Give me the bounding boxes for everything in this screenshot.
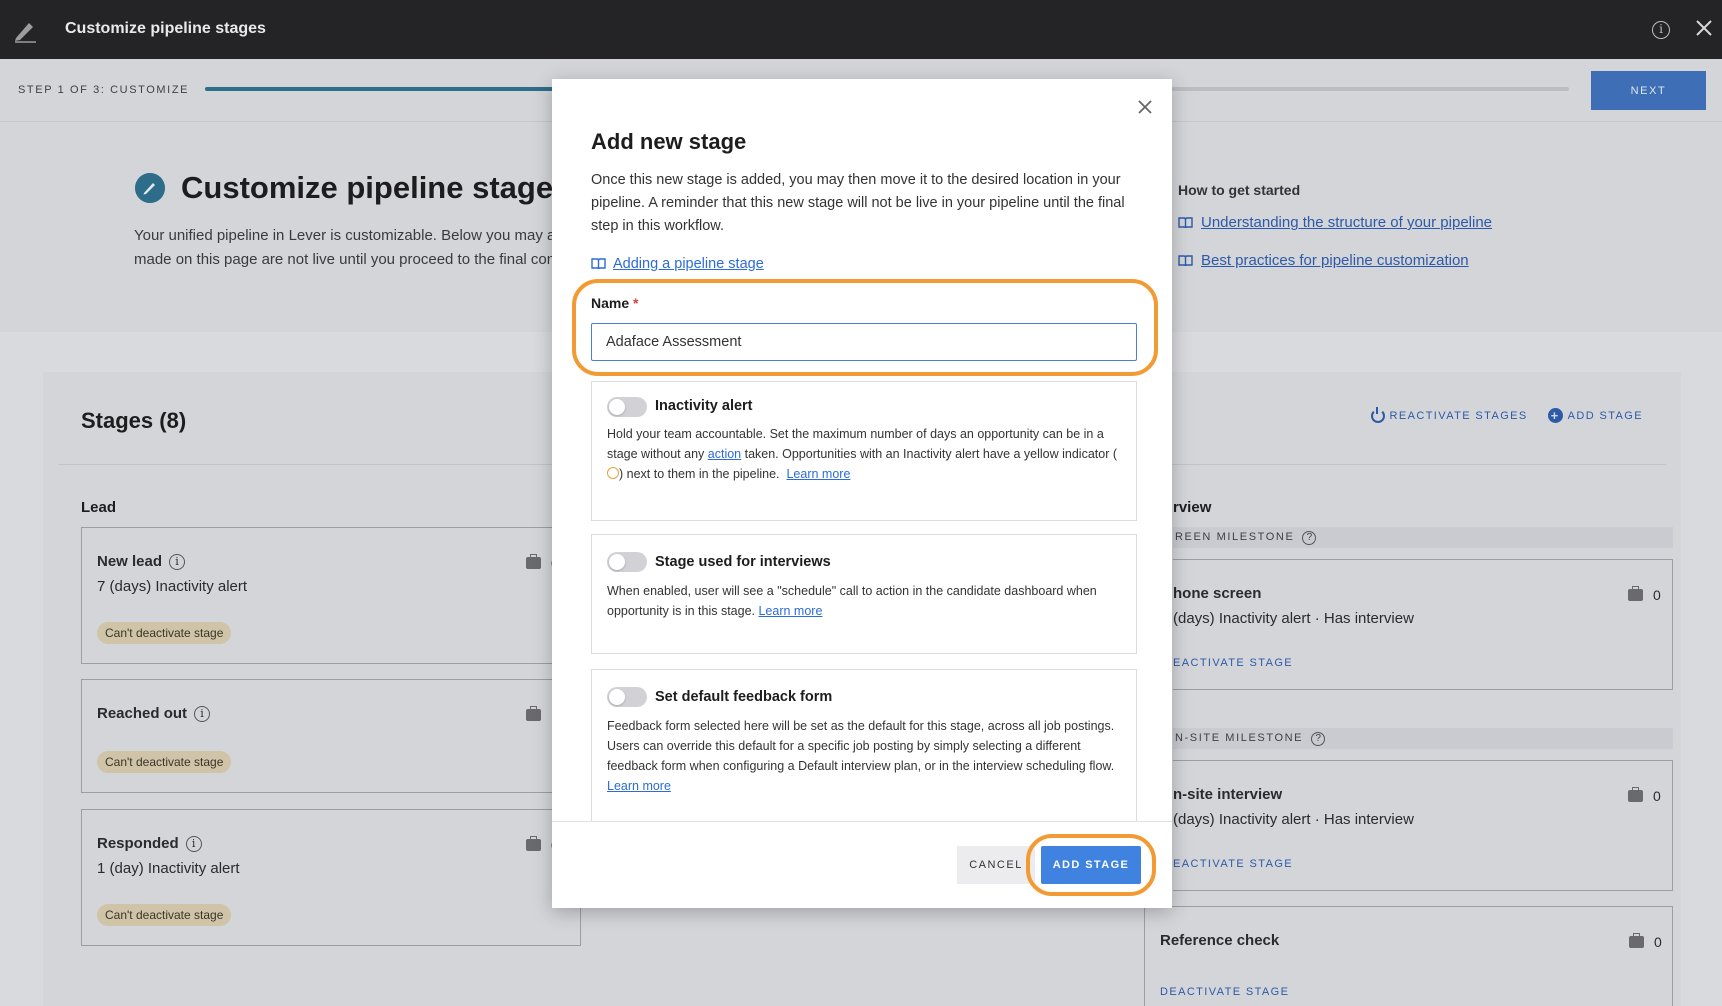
modal-description: Once this new stage is added, you may th…: [591, 172, 1125, 234]
lead-column-heading: Lead: [81, 499, 117, 516]
learn-more-link[interactable]: Learn more: [607, 779, 671, 793]
reactivate-stages-button[interactable]: REACTIVATE STAGES: [1370, 406, 1528, 423]
stage-card-onsite-interview[interactable]: n-site interview (days) Inactivity alert…: [1173, 760, 1673, 891]
stage-count: 0: [1629, 933, 1662, 950]
stage-name: hone screen: [1173, 585, 1262, 602]
option-text: When enabled, user will see a "schedule"…: [607, 584, 1097, 618]
customize-icon: [135, 173, 165, 203]
briefcase-icon: [1629, 933, 1644, 948]
stage-name: Reached out i: [97, 705, 211, 722]
interviews-toggle[interactable]: [607, 552, 647, 572]
name-label: Name *: [591, 295, 639, 311]
stage-card-new-lead[interactable]: New lead i 7 (days) Inactivity alert Can'…: [81, 527, 581, 664]
onsite-milestone: N-SITE MILESTONE?: [1173, 728, 1673, 749]
stage-subtitle: 1 (day) Inactivity alert: [97, 860, 240, 877]
status-badge: Can't deactivate stage: [97, 904, 232, 926]
action-link[interactable]: action: [708, 447, 741, 461]
best-practices-link-text[interactable]: Best practices for pipeline customizatio…: [1201, 252, 1469, 269]
stage-name: n-site interview: [1173, 786, 1283, 803]
pencil-icon: [15, 23, 36, 43]
book-icon: [591, 258, 606, 270]
stage-count: 0: [1628, 586, 1661, 603]
required-marker: *: [633, 295, 639, 311]
info-icon[interactable]: i: [1652, 21, 1670, 39]
modal-footer-divider: [552, 821, 1172, 822]
feedback-form-toggle[interactable]: [607, 687, 647, 707]
add-stage-link[interactable]: + ADD STAGE: [1547, 408, 1643, 423]
cancel-button[interactable]: CANCEL: [957, 846, 1035, 884]
option-text: Hold your team accountable. Set the maxi…: [607, 427, 1118, 481]
structure-link[interactable]: Understanding the structure of your pipe…: [1178, 214, 1492, 231]
book-icon: [1178, 254, 1193, 266]
stage-name: Reference check: [1160, 932, 1280, 949]
option-text: Feedback form selected here will be set …: [607, 719, 1115, 793]
option-title: Set default feedback form: [655, 689, 833, 705]
top-bar: Customize pipeline stages i: [0, 0, 1722, 59]
help-icon[interactable]: ?: [1302, 530, 1317, 545]
stages-title: Stages (8): [81, 408, 187, 433]
window-title: Customize pipeline stages: [65, 20, 266, 37]
briefcase-icon: [526, 836, 541, 851]
page-description-line-2: made on this page are not live until you…: [134, 251, 554, 268]
stage-name: New lead i: [97, 553, 186, 570]
learn-more-link[interactable]: Learn more: [786, 467, 850, 481]
structure-link-text[interactable]: Understanding the structure of your pipe…: [1201, 214, 1492, 231]
briefcase-icon: [526, 706, 541, 721]
option-title: Stage used for interviews: [655, 554, 831, 570]
step-label: STEP 1 OF 3: CUSTOMIZE: [18, 84, 190, 96]
adding-stage-link[interactable]: Adding a pipeline stage: [591, 256, 764, 272]
stage-count: 0: [1628, 787, 1661, 804]
stage-name: Responded i: [97, 835, 202, 852]
option-title: Inactivity alert: [655, 398, 753, 414]
briefcase-icon: [1628, 787, 1643, 802]
best-practices-link[interactable]: Best practices for pipeline customizatio…: [1178, 252, 1469, 269]
inactivity-alert-option: Inactivity alert Hold your team accounta…: [591, 381, 1137, 521]
help-icon[interactable]: ?: [1311, 731, 1326, 746]
info-icon[interactable]: i: [194, 705, 211, 722]
add-stage-button[interactable]: ADD STAGE: [1041, 846, 1141, 884]
add-stage-link-label: ADD STAGE: [1567, 409, 1643, 422]
stage-card-reached-out[interactable]: Reached outi Can't deactivate stage 1: [81, 679, 581, 793]
status-badge: Can't deactivate stage: [97, 622, 232, 644]
inactivity-alert-toggle[interactable]: [607, 397, 647, 417]
close-icon[interactable]: [1692, 16, 1716, 40]
stage-card-reference-check[interactable]: Reference check DEACTIVATE STAGE 0: [1144, 906, 1673, 1006]
adding-stage-link-text[interactable]: Adding a pipeline stage: [613, 256, 764, 272]
learn-more-link[interactable]: Learn more: [758, 604, 822, 618]
modal-title: Add new stage: [591, 129, 747, 154]
briefcase-icon: [526, 554, 541, 569]
deactivate-stage-link[interactable]: EACTIVATE STAGE: [1173, 858, 1293, 870]
feedback-form-option: Set default feedback form Feedback form …: [591, 669, 1137, 821]
status-badge: Can't deactivate stage: [97, 751, 232, 773]
info-icon[interactable]: i: [169, 553, 186, 570]
power-icon: [1370, 406, 1385, 423]
screen-milestone: REEN MILESTONE?: [1173, 527, 1673, 548]
stage-name-input[interactable]: [591, 323, 1137, 361]
page-title: Customize pipeline stages: [181, 170, 571, 205]
get-started-heading: How to get started: [1178, 182, 1301, 198]
add-stage-modal: Add new stage Once this new stage is add…: [552, 79, 1172, 908]
stage-subtitle: (days) Inactivity alert · Has interview: [1173, 610, 1414, 627]
page-description: Your unified pipeline in Lever is custom…: [134, 224, 554, 272]
interview-column-heading: rview: [1173, 499, 1212, 516]
close-icon[interactable]: [1137, 99, 1153, 115]
stage-card-phone-screen[interactable]: hone screen (days) Inactivity alert · Ha…: [1173, 559, 1673, 690]
plus-circle-icon: +: [1547, 408, 1563, 423]
interviews-option: Stage used for interviews When enabled, …: [591, 534, 1137, 654]
info-icon[interactable]: i: [185, 835, 202, 852]
page-description-line-1: Your unified pipeline in Lever is custom…: [134, 227, 554, 244]
clock-icon: [607, 467, 619, 479]
book-icon: [1178, 216, 1193, 228]
next-button[interactable]: NEXT: [1591, 71, 1706, 110]
deactivate-stage-link[interactable]: DEACTIVATE STAGE: [1160, 986, 1289, 998]
stage-actions: REACTIVATE STAGES + ADD STAGE: [1370, 406, 1643, 423]
stage-subtitle: (days) Inactivity alert · Has interview: [1173, 811, 1414, 828]
briefcase-icon: [1628, 586, 1643, 601]
stage-card-responded[interactable]: Responded i 1 (day) Inactivity alert Can'…: [81, 809, 581, 946]
stage-subtitle: 7 (days) Inactivity alert: [97, 578, 248, 595]
reactivate-stages-label: REACTIVATE STAGES: [1389, 409, 1528, 422]
deactivate-stage-link[interactable]: EACTIVATE STAGE: [1173, 657, 1293, 669]
